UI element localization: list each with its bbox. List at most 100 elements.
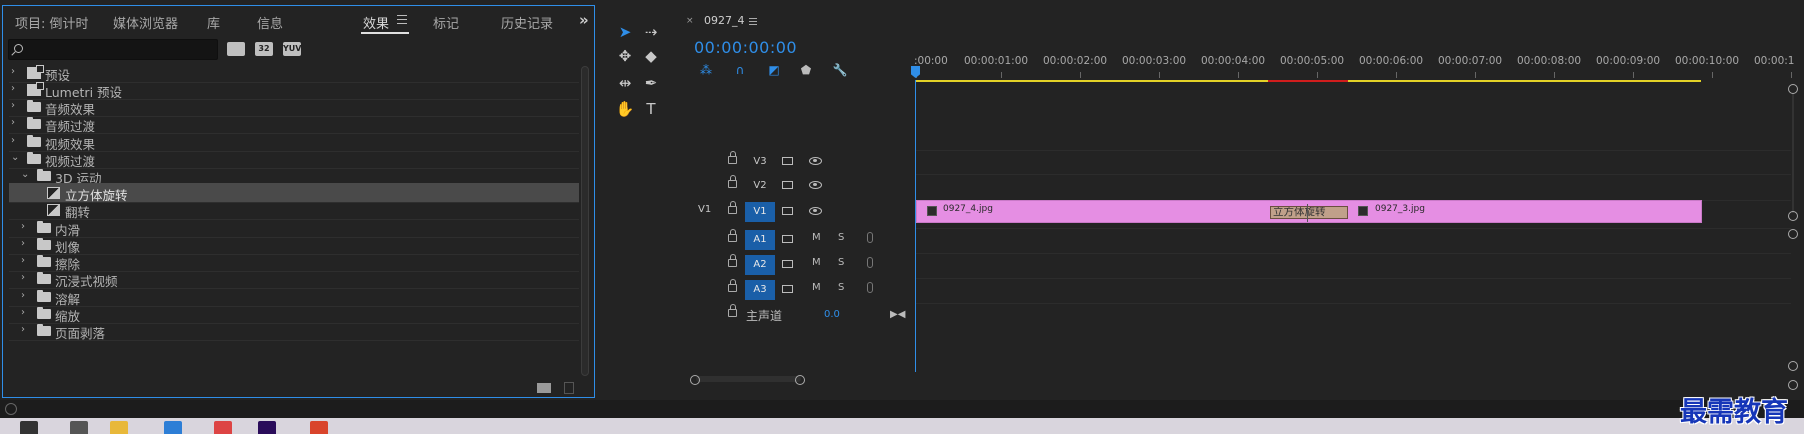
mute-button[interactable]: M bbox=[812, 232, 821, 243]
nest-toggle-icon[interactable]: ⁂ bbox=[698, 63, 714, 77]
scroll-zoom-handle[interactable] bbox=[1788, 361, 1798, 371]
tree-item[interactable]: › 沉浸式视频 bbox=[9, 269, 579, 289]
32bit-color-icon[interactable]: 32 bbox=[255, 42, 273, 56]
eye-icon[interactable] bbox=[809, 207, 822, 215]
go-to-end-icon[interactable]: ▶◀ bbox=[890, 309, 905, 320]
zoom-handle-right[interactable] bbox=[795, 375, 805, 385]
cc-sync-icon[interactable] bbox=[5, 403, 17, 415]
scroll-zoom-handle[interactable] bbox=[1788, 211, 1798, 221]
lock-icon[interactable] bbox=[728, 151, 737, 164]
chevron-right-icon[interactable]: › bbox=[21, 291, 31, 301]
lock-icon[interactable] bbox=[728, 175, 737, 188]
taskbar-premiere-icon[interactable] bbox=[258, 421, 276, 434]
close-sequence-icon[interactable]: × bbox=[686, 16, 694, 26]
linked-selection-icon[interactable]: ◩ bbox=[766, 63, 782, 77]
type-tool[interactable]: T bbox=[640, 98, 662, 120]
accelerated-effects-icon[interactable] bbox=[227, 42, 245, 56]
audio-track-lane[interactable] bbox=[916, 253, 1791, 277]
slip-tool[interactable]: ⇹ bbox=[614, 72, 636, 94]
scroll-zoom-handle[interactable] bbox=[1788, 84, 1798, 94]
sync-lock-film-icon[interactable] bbox=[782, 235, 793, 243]
effects-scrollbar[interactable] bbox=[581, 66, 589, 376]
solo-button[interactable]: S bbox=[838, 282, 844, 293]
voiceover-mic-icon[interactable] bbox=[867, 257, 873, 268]
taskbar-app-icon[interactable] bbox=[310, 421, 328, 434]
sync-lock-film-icon[interactable] bbox=[782, 207, 793, 215]
tree-item[interactable]: › 页面剥落 bbox=[9, 321, 579, 341]
track-target[interactable]: V3 bbox=[745, 152, 775, 172]
solo-button[interactable]: S bbox=[838, 232, 844, 243]
sync-lock-film-icon[interactable] bbox=[782, 157, 793, 165]
chevron-right-icon[interactable]: › bbox=[11, 118, 21, 128]
track-target[interactable]: A3 bbox=[745, 280, 775, 300]
chevron-right-icon[interactable]: › bbox=[11, 84, 21, 94]
playhead-line[interactable] bbox=[915, 80, 916, 372]
panel-menu-icon[interactable] bbox=[397, 15, 407, 24]
taskbar-app-icon[interactable] bbox=[164, 421, 182, 434]
add-marker-icon[interactable]: ⬟ bbox=[798, 63, 814, 77]
lock-icon[interactable] bbox=[728, 254, 737, 267]
chevron-right-icon[interactable]: › bbox=[21, 308, 31, 318]
track-target[interactable]: V1 bbox=[745, 202, 775, 222]
sequence-menu-icon[interactable] bbox=[749, 18, 757, 25]
taskbar-app-icon[interactable] bbox=[70, 421, 88, 434]
chevron-right-icon[interactable]: › bbox=[11, 136, 21, 146]
chevron-right-icon[interactable]: › bbox=[11, 101, 21, 111]
taskbar-app-icon[interactable] bbox=[214, 421, 232, 434]
audio-track-lane[interactable] bbox=[916, 228, 1791, 252]
master-volume-value[interactable]: 0.0 bbox=[824, 309, 840, 320]
solo-button[interactable]: S bbox=[838, 257, 844, 268]
chevron-right-icon[interactable]: › bbox=[21, 273, 31, 283]
audio-track-lane[interactable] bbox=[916, 278, 1791, 302]
chevron-right-icon[interactable]: › bbox=[21, 222, 31, 232]
timeline-horizontal-scrollbar[interactable] bbox=[696, 376, 801, 382]
sync-lock-film-icon[interactable] bbox=[782, 285, 793, 293]
tab-markers[interactable]: 标记 bbox=[433, 13, 459, 32]
voiceover-mic-icon[interactable] bbox=[867, 232, 873, 243]
eye-icon[interactable] bbox=[809, 157, 822, 165]
lock-icon[interactable] bbox=[728, 279, 737, 292]
taskbar-app-icon[interactable] bbox=[110, 421, 128, 434]
track-target[interactable]: A1 bbox=[745, 230, 775, 250]
track-target[interactable]: A2 bbox=[745, 255, 775, 275]
sync-lock-film-icon[interactable] bbox=[782, 260, 793, 268]
tree-item[interactable]: 翻转 bbox=[9, 200, 579, 220]
lock-icon[interactable] bbox=[728, 304, 737, 317]
chevron-right-icon[interactable]: › bbox=[21, 325, 31, 335]
sequence-tab[interactable]: 0927_4 bbox=[704, 14, 745, 27]
delete-custom-item-icon[interactable] bbox=[564, 382, 574, 394]
effects-search-input[interactable] bbox=[8, 39, 218, 60]
chevron-down-icon[interactable]: ⌄ bbox=[11, 153, 21, 163]
tab-libraries[interactable]: 库 bbox=[207, 13, 220, 32]
mute-button[interactable]: M bbox=[812, 257, 821, 268]
yuv-effects-icon[interactable]: YUV bbox=[283, 42, 301, 56]
track-target[interactable]: V2 bbox=[745, 176, 775, 196]
time-ruler[interactable]: :00:00 00:00:01:00 00:00:02:00 00:00:03:00 0… bbox=[914, 47, 1804, 85]
tree-item[interactable]: › 音频过渡 bbox=[9, 114, 579, 134]
lock-icon[interactable] bbox=[728, 201, 737, 214]
chevron-right-icon[interactable]: › bbox=[21, 239, 31, 249]
tab-history[interactable]: 历史记录 bbox=[501, 13, 553, 32]
selection-tool[interactable]: ➤ bbox=[614, 21, 636, 43]
timeline-settings-wrench-icon[interactable]: 🔧 bbox=[832, 63, 848, 77]
master-track-lane[interactable] bbox=[916, 303, 1791, 327]
chevron-right-icon[interactable]: › bbox=[21, 256, 31, 266]
tab-info[interactable]: 信息 bbox=[257, 13, 283, 32]
razor-tool[interactable]: ◆ bbox=[640, 45, 662, 67]
source-patch[interactable]: V1 bbox=[698, 204, 711, 215]
new-custom-bin-icon[interactable] bbox=[537, 383, 551, 393]
tab-project[interactable]: 项目: 倒计时 bbox=[15, 13, 89, 32]
transition-cube-spin[interactable]: 立方体旋转 bbox=[1270, 206, 1348, 219]
ripple-edit-tool[interactable]: ✥ bbox=[614, 45, 636, 67]
hand-tool[interactable]: ✋ bbox=[614, 98, 636, 120]
video-track-lane[interactable] bbox=[916, 174, 1791, 198]
scroll-zoom-handle[interactable] bbox=[1788, 229, 1798, 239]
video-track-lane[interactable] bbox=[916, 150, 1791, 174]
timeline-vertical-scrollbar[interactable] bbox=[1792, 93, 1794, 213]
tab-effects[interactable]: 效果 bbox=[363, 13, 389, 32]
eye-icon[interactable] bbox=[809, 181, 822, 189]
chevron-right-icon[interactable]: › bbox=[11, 67, 21, 77]
snap-magnet-icon[interactable]: ∩ bbox=[732, 63, 748, 77]
lock-icon[interactable] bbox=[728, 229, 737, 242]
zoom-handle-left[interactable] bbox=[690, 375, 700, 385]
